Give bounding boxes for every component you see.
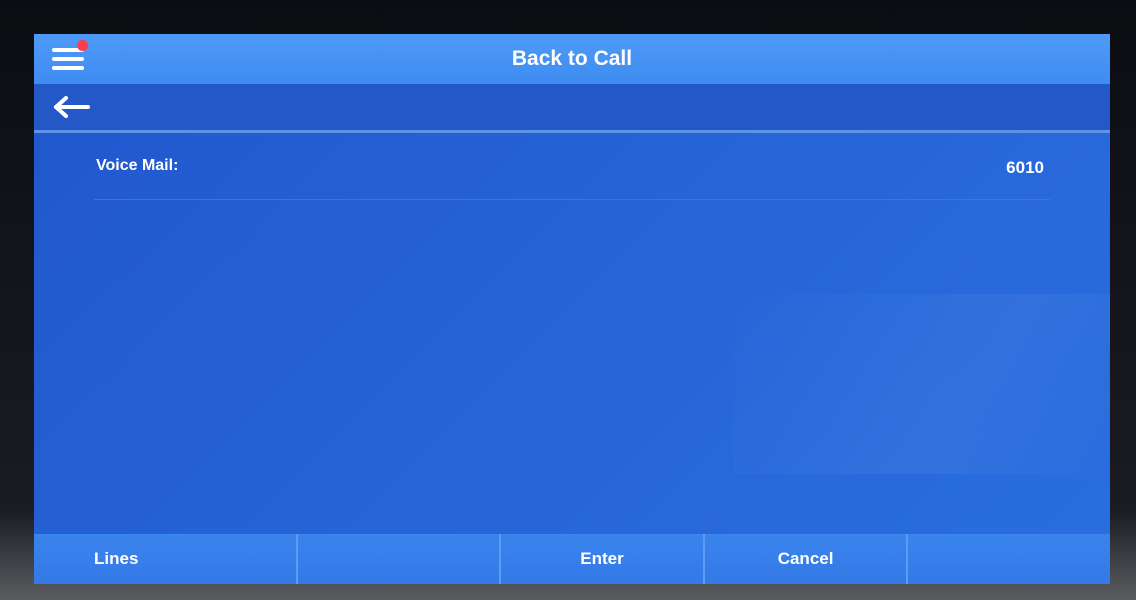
softkey-empty-5[interactable]: [908, 534, 1110, 584]
title-bar: Back to Call: [34, 34, 1110, 84]
voice-mail-label: Voice Mail:: [96, 157, 179, 174]
setting-row-voice-mail[interactable]: Voice Mail: 6010: [94, 133, 1050, 200]
softkey-lines[interactable]: Lines: [34, 534, 298, 584]
back-to-call-button[interactable]: Back to Call: [34, 34, 1110, 84]
phone-screen: Back to Call Voice Mail: 6010 Lines Ente…: [34, 34, 1110, 584]
menu-button[interactable]: [52, 40, 88, 74]
back-button[interactable]: [52, 92, 92, 122]
notification-dot: [77, 40, 88, 51]
softkey-enter[interactable]: Enter: [501, 534, 705, 584]
navigation-bar: [34, 84, 1110, 133]
back-arrow-icon: [54, 96, 90, 118]
settings-content: Voice Mail: 6010: [34, 133, 1110, 534]
softkey-bar: Lines Enter Cancel: [34, 534, 1110, 584]
softkey-empty-2[interactable]: [298, 534, 502, 584]
voice-mail-value: 6010: [1006, 158, 1044, 177]
softkey-cancel[interactable]: Cancel: [705, 534, 909, 584]
